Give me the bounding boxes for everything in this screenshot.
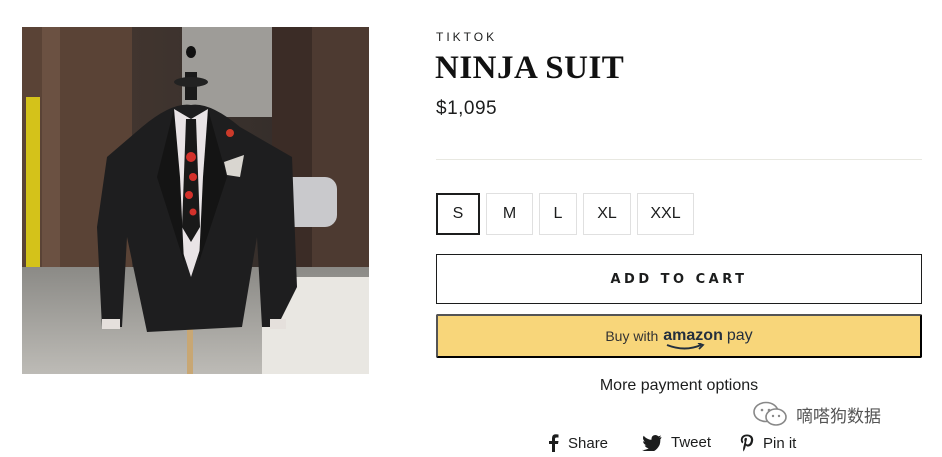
amazon-pay-label: pay: [726, 327, 753, 344]
product-image[interactable]: [22, 27, 369, 374]
share-facebook-link[interactable]: Share: [548, 434, 608, 452]
product-price: $1,095: [436, 98, 498, 119]
share-label: Share: [568, 434, 609, 452]
amazon-pay-buy-with-label: Buy with: [605, 328, 659, 344]
twitter-icon: [642, 434, 662, 451]
amazon-smile-icon: [666, 343, 705, 350]
divider: [436, 159, 922, 160]
size-selector: S M L XL XXL: [436, 193, 694, 235]
tweet-label: Tweet: [671, 434, 712, 451]
watermark-text: 嘀嗒狗数据: [796, 406, 881, 427]
wechat-icon: [753, 401, 787, 426]
pin-it-link[interactable]: Pin it: [740, 434, 796, 452]
product-vendor: TIKTOK: [436, 30, 498, 44]
more-payment-options-link[interactable]: More payment options: [436, 377, 922, 395]
size-option-l[interactable]: L: [539, 193, 577, 235]
tweet-link[interactable]: Tweet: [642, 434, 711, 451]
pin-it-label: Pin it: [763, 434, 797, 452]
size-option-xl[interactable]: XL: [583, 193, 631, 235]
amazon-logo-text: amazon: [663, 327, 723, 344]
add-to-cart-button[interactable]: ADD TO CART: [436, 254, 922, 304]
size-option-s[interactable]: S: [436, 193, 480, 235]
facebook-icon: [549, 434, 559, 452]
pinterest-icon: [740, 434, 754, 452]
size-option-xxl[interactable]: XXL: [637, 193, 694, 235]
product-title: NINJA SUIT: [435, 50, 625, 86]
amazon-pay-button[interactable]: Buy with amazon pay: [436, 314, 922, 358]
amazon-logo: amazon: [663, 327, 723, 350]
size-option-m[interactable]: M: [486, 193, 533, 235]
watermark: 嘀嗒狗数据: [752, 401, 881, 427]
suit-photo-icon: [22, 27, 369, 374]
